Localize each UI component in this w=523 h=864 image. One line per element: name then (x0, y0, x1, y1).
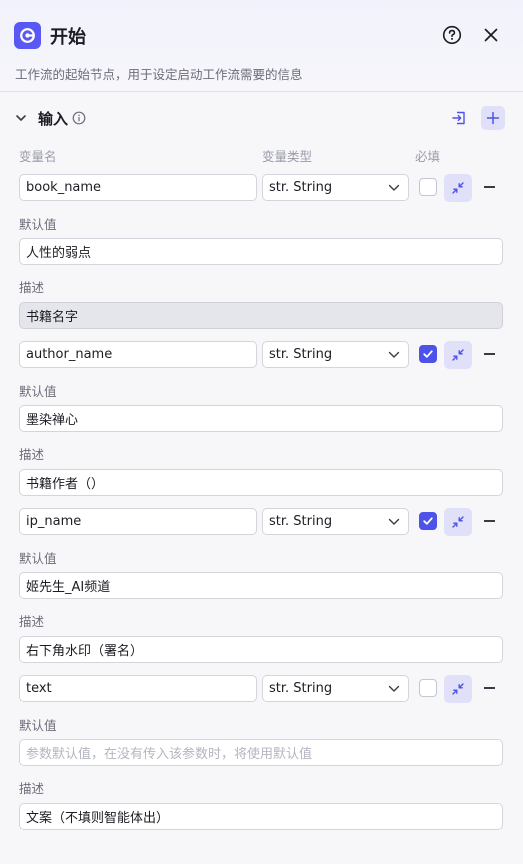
variable-row: text str. String (0, 675, 523, 703)
variable-row: book_name str. String (0, 174, 523, 202)
start-node-icon (14, 22, 41, 49)
page-title: 开始 (50, 27, 86, 48)
remove-variable-button[interactable] (484, 181, 496, 193)
panel-header: 开始 工作流的起始节点，用于设定启动工作流需要的信息 (0, 0, 523, 92)
input-section-header: 输入 (0, 104, 523, 132)
help-circle-icon[interactable] (441, 24, 463, 46)
chevron-down-icon (388, 351, 400, 358)
description-label: 描述 (19, 280, 45, 295)
required-checkbox[interactable] (419, 512, 437, 530)
minus-icon (484, 687, 495, 689)
section-title: 输入 (38, 110, 69, 128)
collapse-button[interactable] (444, 174, 472, 202)
variable-type-value: str. String (269, 180, 333, 195)
required-checkbox[interactable] (419, 178, 437, 196)
description-input[interactable]: 书籍名字 (19, 302, 503, 329)
default-value-input[interactable]: 墨染禅心 (19, 405, 503, 432)
collapse-button[interactable] (444, 508, 472, 536)
remove-variable-button[interactable] (484, 515, 496, 527)
default-value-label: 默认值 (19, 217, 57, 232)
default-value-input[interactable]: 参数默认值，在没有传入该参数时，将使用默认值 (19, 739, 503, 766)
minus-icon (484, 520, 495, 522)
import-button[interactable] (447, 106, 471, 130)
close-icon[interactable] (480, 24, 502, 46)
variable-type-select[interactable]: str. String (262, 174, 409, 201)
description-label: 描述 (19, 614, 45, 629)
default-value-label: 默认值 (19, 551, 57, 566)
default-value-input[interactable]: 人性的弱点 (19, 238, 503, 265)
collapse-arrows-icon (452, 516, 464, 528)
variable-name-input[interactable]: author_name (19, 341, 257, 368)
variable-name-input[interactable]: book_name (19, 174, 257, 201)
remove-variable-button[interactable] (484, 682, 496, 694)
column-header-name: 变量名 (19, 149, 57, 164)
collapse-button[interactable] (444, 341, 472, 369)
default-value-label: 默认值 (19, 718, 57, 733)
default-value-label: 默认值 (19, 384, 57, 399)
variable-type-value: str. String (269, 681, 333, 696)
variable-type-select[interactable]: str. String (262, 341, 409, 368)
chevron-down-icon (388, 184, 400, 191)
variable-type-value: str. String (269, 347, 333, 362)
required-checkbox[interactable] (419, 679, 437, 697)
description-input[interactable]: 书籍作者（） (19, 469, 503, 496)
collapse-button[interactable] (444, 675, 472, 703)
variable-row: ip_name str. String (0, 508, 523, 536)
collapse-arrows-icon (452, 182, 464, 194)
node-description: 工作流的起始节点，用于设定启动工作流需要的信息 (15, 67, 303, 82)
minus-icon (484, 353, 495, 355)
description-label: 描述 (19, 447, 45, 462)
chevron-down-icon (388, 518, 400, 525)
plus-icon (486, 111, 500, 125)
required-checkbox[interactable] (419, 345, 437, 363)
info-icon[interactable] (72, 111, 86, 125)
variable-name-input[interactable]: ip_name (19, 508, 257, 535)
variable-row: author_name str. String (0, 341, 523, 369)
column-header-type: 变量类型 (262, 149, 313, 164)
add-variable-button[interactable] (481, 106, 505, 130)
default-value-input[interactable]: 姬先生_AI频道 (19, 572, 503, 599)
variable-name-input[interactable]: text (19, 675, 257, 702)
variable-type-select[interactable]: str. String (262, 508, 409, 535)
checkmark-icon (423, 350, 433, 358)
remove-variable-button[interactable] (484, 348, 496, 360)
chevron-down-icon[interactable] (14, 111, 28, 125)
description-input[interactable]: 文案（不填则智能体出） (19, 803, 503, 830)
import-icon (452, 111, 465, 125)
description-input[interactable]: 右下角水印（署名） (19, 636, 503, 663)
minus-icon (484, 186, 495, 188)
variable-type-select[interactable]: str. String (262, 675, 409, 702)
chevron-down-icon (388, 685, 400, 692)
variable-type-value: str. String (269, 514, 333, 529)
collapse-arrows-icon (452, 349, 464, 361)
description-label: 描述 (19, 781, 45, 796)
checkmark-icon (423, 517, 433, 525)
start-node-panel: 开始 工作流的起始节点，用于设定启动工作流需要的信息 输入 变量名 变量类型 必… (0, 0, 523, 864)
column-header-required: 必填 (415, 149, 441, 164)
collapse-arrows-icon (452, 683, 464, 695)
